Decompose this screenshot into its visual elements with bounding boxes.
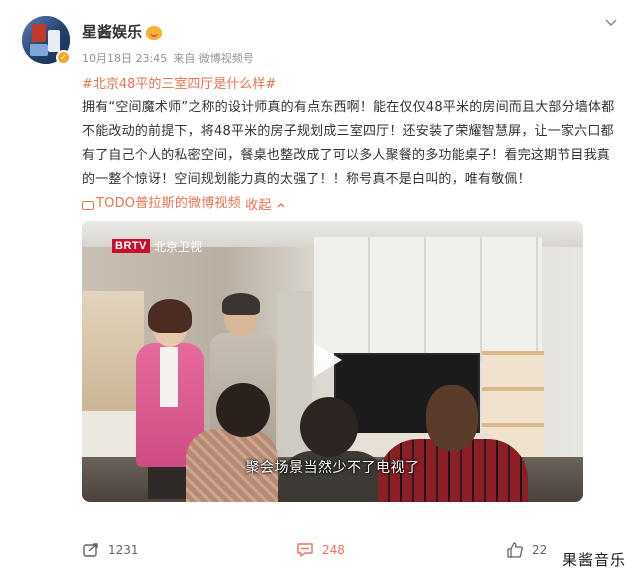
chevron-up-icon bbox=[277, 202, 285, 207]
chevron-down-icon[interactable] bbox=[602, 14, 620, 32]
channel-name: 北京卫视 bbox=[153, 239, 202, 254]
topic-hashtag[interactable]: #北京48平的三室四厅是什么样# bbox=[82, 73, 276, 92]
channel-logo: BRTV 北京卫视 bbox=[112, 237, 202, 255]
share-count: 1231 bbox=[108, 543, 139, 557]
play-icon[interactable] bbox=[314, 343, 342, 377]
verified-badge-icon: ✓ bbox=[56, 50, 71, 65]
post-meta: 10月18日 23:45 来自 微博视频号 bbox=[82, 50, 254, 66]
post-source[interactable]: 来自 微博视频号 bbox=[173, 50, 254, 66]
video-frame-cabinets bbox=[314, 235, 542, 361]
author-name-row: 星酱娱乐 bbox=[82, 21, 163, 42]
thumbs-up-icon bbox=[507, 542, 523, 558]
like-count: 22 bbox=[532, 543, 548, 557]
author-name[interactable]: 星酱娱乐 bbox=[82, 21, 142, 42]
comment-count: 248 bbox=[322, 543, 345, 557]
collapse-link-text: 收起 bbox=[245, 197, 272, 213]
video-source-link[interactable]: TODO普拉斯的微博视频 bbox=[82, 192, 241, 216]
action-bar: 1231 248 22 bbox=[82, 536, 622, 564]
share-button[interactable]: 1231 bbox=[82, 536, 139, 564]
video-subtitle: 聚会场景当然少不了电视了 bbox=[245, 460, 420, 476]
channel-logo-mark: BRTV bbox=[112, 239, 150, 253]
video-link-icon bbox=[82, 200, 94, 210]
post-date[interactable]: 10月18日 23:45 bbox=[82, 50, 167, 66]
comment-icon bbox=[297, 543, 313, 557]
weibo-post-card: ✓ 星酱娱乐 10月18日 23:45 来自 微博视频号 #北京48平的三室四厅… bbox=[0, 0, 632, 576]
like-button[interactable]: 22 bbox=[506, 536, 547, 564]
post-body-text: 拥有“空间魔术师”之称的设计师真的有点东西啊！能在仅仅48平米的房间而且大部分墙… bbox=[82, 100, 615, 187]
video-source-link-text: TODO普拉斯的微博视频 bbox=[96, 196, 241, 211]
post-text: 拥有“空间魔术师”之称的设计师真的有点东西啊！能在仅仅48平米的房间而且大部分墙… bbox=[82, 96, 622, 218]
watermark: 果酱音乐 bbox=[561, 551, 626, 569]
video-player[interactable]: BRTV 北京卫视 聚会场景当然少不了电视了 bbox=[82, 221, 583, 502]
collapse-link[interactable]: 收起 bbox=[245, 198, 286, 213]
vip-badge-icon bbox=[146, 25, 163, 40]
comment-button[interactable]: 248 bbox=[296, 536, 345, 564]
share-icon bbox=[83, 543, 98, 557]
